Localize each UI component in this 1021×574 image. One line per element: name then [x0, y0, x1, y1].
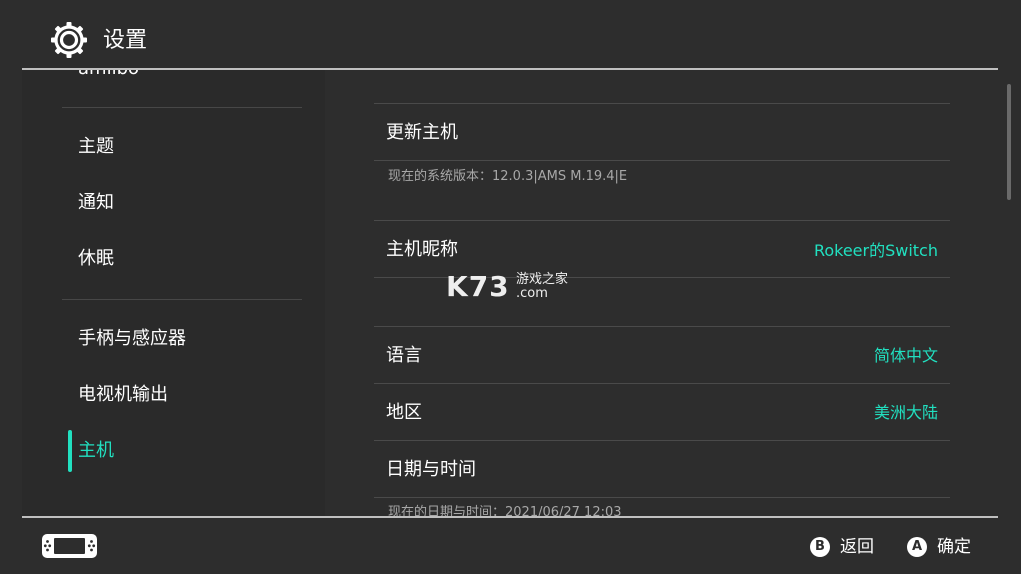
sidebar-item-notifications[interactable]: 通知: [78, 191, 114, 215]
header: 设置: [0, 0, 1021, 70]
language-title: 语言: [386, 345, 422, 366]
region-value: 美洲大陆: [873, 403, 938, 422]
back-button[interactable]: B 返回: [810, 535, 880, 559]
console-nickname-value: Rokeer的Switch: [813, 241, 938, 260]
sidebar-item-amiibo[interactable]: amiibo: [78, 70, 139, 79]
system-update-row[interactable]: [374, 104, 950, 220]
gear-icon: [51, 22, 87, 58]
sidebar-item-sleep[interactable]: 休眠: [78, 247, 114, 271]
language-row[interactable]: [374, 327, 950, 383]
system-update-title: 更新主机: [386, 122, 458, 143]
main-panel: 更新主机 现在的系统版本：12.0.3|AMS M.19.4|E 主机昵称 Ro…: [326, 70, 998, 516]
back-label: 返回: [840, 537, 874, 557]
date-time-title: 日期与时间: [386, 459, 476, 480]
sidebar-item-tv-output[interactable]: 电视机输出: [78, 383, 168, 407]
sidebar: amiibo 主题 通知 休眠 手柄与感应器 电视机输出 主机: [22, 70, 325, 516]
settings-screen: 设置 amiibo 主题 通知 休眠 手柄与感应器 电视机输出 主机 更新主机 …: [0, 0, 1021, 574]
console-icon: [42, 534, 97, 558]
watermark-domain: .com: [516, 286, 548, 301]
footer-divider: [22, 516, 998, 518]
ok-button[interactable]: A 确定: [907, 535, 977, 559]
system-version-text: 现在的系统版本：12.0.3|AMS M.19.4|E: [388, 169, 628, 184]
sidebar-divider: [62, 299, 302, 300]
language-value: 简体中文: [873, 346, 938, 365]
row-divider: [374, 497, 950, 498]
b-button-icon: B: [810, 537, 830, 557]
sidebar-item-themes[interactable]: 主题: [78, 135, 114, 159]
sidebar-item-controllers[interactable]: 手柄与感应器: [78, 327, 186, 351]
active-indicator: [68, 430, 72, 472]
region-title: 地区: [386, 402, 422, 423]
scrollbar[interactable]: [1007, 84, 1011, 200]
console-nickname-title: 主机昵称: [386, 239, 458, 260]
page-title: 设置: [103, 28, 148, 53]
sidebar-divider: [62, 107, 302, 108]
watermark-brand: K73: [446, 270, 510, 303]
a-button-icon: A: [907, 537, 927, 557]
region-row[interactable]: [374, 384, 950, 440]
current-datetime-text: 现在的日期与时间：2021/06/27 12:03: [388, 505, 622, 516]
row-divider: [374, 160, 950, 161]
ok-label: 确定: [937, 537, 971, 557]
sidebar-item-system[interactable]: 主机: [78, 439, 114, 463]
k73-watermark-logo: K73 游戏之家 .com: [446, 270, 586, 304]
